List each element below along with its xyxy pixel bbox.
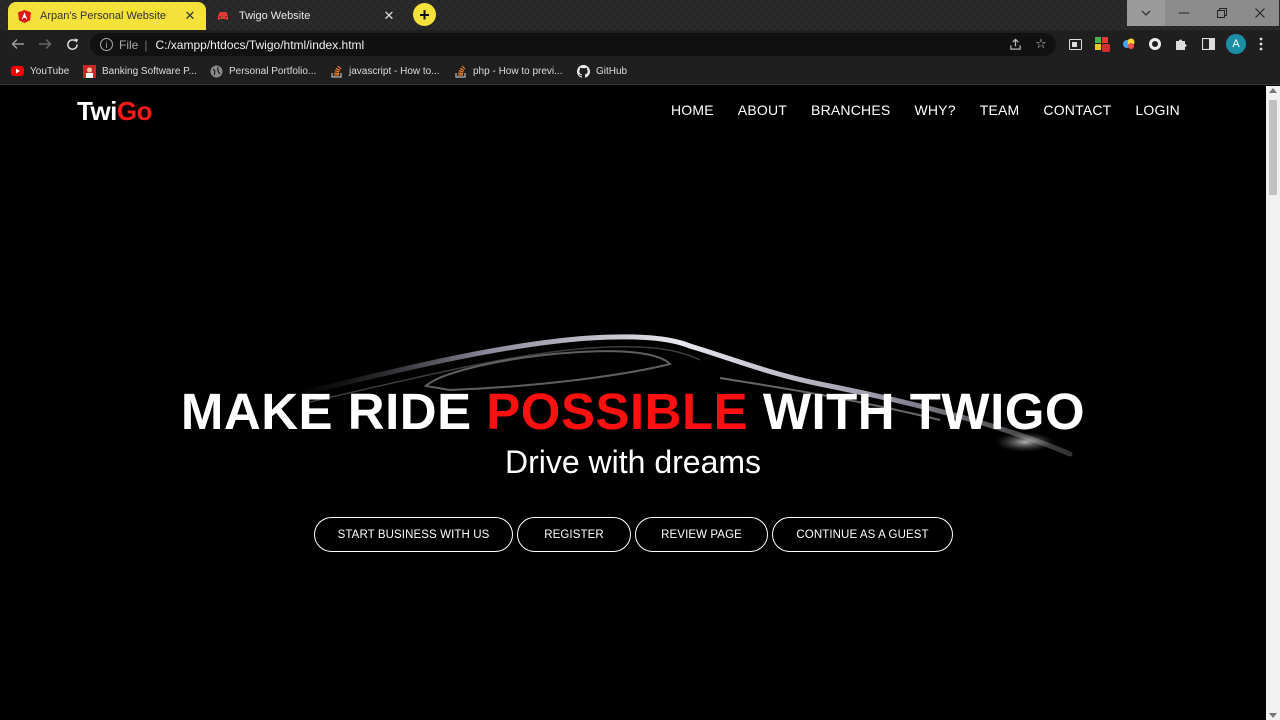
youtube-icon bbox=[11, 65, 24, 78]
register-button[interactable]: REGISTER bbox=[517, 517, 631, 552]
page-viewport: TwiGo HOME ABOUT BRANCHES WHY? TEAM CONT… bbox=[0, 86, 1266, 720]
back-arrow-icon[interactable] bbox=[8, 34, 28, 54]
bookmark-label: YouTube bbox=[30, 65, 70, 77]
close-tab-icon[interactable]: ✕ bbox=[381, 8, 397, 24]
bookmark-label: php - How to previ... bbox=[473, 65, 563, 77]
nav-contact[interactable]: CONTACT bbox=[1043, 102, 1111, 118]
tab-personal-website[interactable]: Arpan's Personal Website ✕ bbox=[8, 2, 206, 30]
extension-screen-icon[interactable] bbox=[1067, 36, 1083, 52]
bookmark-label: GitHub bbox=[596, 65, 628, 77]
hero-headline: MAKE RIDE POSSIBLE WITH TWIGO bbox=[0, 382, 1266, 441]
nav-branches[interactable]: BRANCHES bbox=[811, 102, 890, 118]
bookmark-label: javascript - How to... bbox=[349, 65, 440, 77]
extension-circle-icon[interactable] bbox=[1147, 36, 1163, 52]
scroll-down-arrow-icon[interactable] bbox=[1269, 713, 1277, 718]
side-panel-icon[interactable] bbox=[1200, 36, 1216, 52]
tab-strip: Arpan's Personal Website ✕ Twigo Website… bbox=[0, 0, 1280, 30]
review-page-button[interactable]: REVIEW PAGE bbox=[635, 517, 768, 552]
forward-arrow-icon[interactable] bbox=[35, 34, 55, 54]
browser-toolbar: i File | C:/xampp/htdocs/Twigo/html/inde… bbox=[0, 30, 1280, 58]
address-scheme: File bbox=[119, 37, 139, 52]
address-separator: | bbox=[144, 37, 148, 52]
stackoverflow-icon bbox=[330, 65, 343, 78]
github-icon bbox=[577, 64, 590, 78]
car-icon bbox=[215, 8, 231, 24]
tab-search-icon[interactable] bbox=[1127, 0, 1165, 26]
site-logo[interactable]: TwiGo bbox=[77, 96, 153, 127]
bookmark-label: Banking Software P... bbox=[102, 65, 197, 77]
bookmark-javascript[interactable]: javascript - How to... bbox=[330, 63, 440, 79]
tab-title: Arpan's Personal Website bbox=[40, 10, 167, 22]
logo-part-go: Go bbox=[116, 96, 153, 126]
tab-twigo-website[interactable]: Twigo Website ✕ bbox=[207, 2, 405, 30]
photo-icon bbox=[83, 64, 96, 78]
bookmark-label: Personal Portfolio... bbox=[229, 65, 317, 77]
scroll-up-arrow-icon[interactable] bbox=[1269, 88, 1277, 93]
bookmark-star-icon[interactable]: ☆ bbox=[1033, 36, 1049, 52]
tab-title: Twigo Website bbox=[239, 10, 311, 22]
hero-headline-part2: WITH TWIGO bbox=[748, 383, 1086, 440]
hero-button-row: START BUSINESS WITH US REGISTER REVIEW P… bbox=[314, 517, 953, 552]
hero-subheadline: Drive with dreams bbox=[504, 444, 762, 480]
nav-home[interactable]: HOME bbox=[671, 102, 714, 118]
nav-about[interactable]: ABOUT bbox=[738, 102, 787, 118]
bookmark-personal-portfolio[interactable]: Personal Portfolio... bbox=[210, 63, 316, 79]
close-tab-icon[interactable]: ✕ bbox=[182, 8, 198, 24]
angular-icon bbox=[16, 8, 32, 24]
share-icon[interactable] bbox=[1007, 36, 1023, 52]
bookmark-php[interactable]: php - How to previ... bbox=[454, 63, 562, 79]
extensions-puzzle-icon[interactable] bbox=[1173, 36, 1189, 52]
profile-avatar[interactable]: A bbox=[1226, 34, 1246, 54]
address-bar[interactable]: i File | C:/xampp/htdocs/Twigo/html/inde… bbox=[90, 33, 1056, 56]
scrollbar-thumb[interactable] bbox=[1269, 100, 1277, 195]
nav-why[interactable]: WHY? bbox=[914, 102, 955, 118]
reload-icon[interactable] bbox=[62, 34, 82, 54]
restore-icon[interactable] bbox=[1203, 0, 1241, 26]
page-scrollbar[interactable] bbox=[1266, 86, 1280, 720]
globe-icon bbox=[210, 65, 223, 78]
address-url[interactable]: C:/xampp/htdocs/Twigo/html/index.html bbox=[155, 38, 364, 52]
nav-team[interactable]: TEAM bbox=[980, 102, 1020, 118]
bookmark-youtube[interactable]: YouTube bbox=[11, 63, 69, 79]
extension-grid-icon[interactable] bbox=[1094, 36, 1110, 52]
hero-headline-accent: POSSIBLE bbox=[486, 383, 749, 440]
logo-part-twi: Twi bbox=[77, 96, 117, 126]
close-window-icon[interactable] bbox=[1241, 0, 1279, 26]
new-tab-button[interactable]: + bbox=[413, 3, 436, 26]
nav-login[interactable]: LOGIN bbox=[1135, 102, 1180, 118]
continue-as-guest-button[interactable]: CONTINUE AS A GUEST bbox=[772, 517, 953, 552]
start-business-button[interactable]: START BUSINESS WITH US bbox=[314, 517, 513, 552]
info-icon[interactable]: i bbox=[100, 38, 113, 51]
menu-kebab-icon[interactable] bbox=[1253, 36, 1269, 52]
stackoverflow-icon bbox=[454, 65, 467, 78]
hero-headline-part1: MAKE RIDE bbox=[180, 383, 487, 440]
minimize-icon[interactable] bbox=[1165, 0, 1203, 26]
bookmark-github[interactable]: GitHub bbox=[577, 63, 627, 79]
bookmarks-bar: YouTube Banking Software P... Personal P… bbox=[0, 58, 1280, 85]
extension-color-icon[interactable] bbox=[1121, 36, 1137, 52]
bookmark-banking-software[interactable]: Banking Software P... bbox=[83, 63, 197, 79]
main-nav: HOME ABOUT BRANCHES WHY? TEAM CONTACT LO… bbox=[671, 102, 1180, 118]
